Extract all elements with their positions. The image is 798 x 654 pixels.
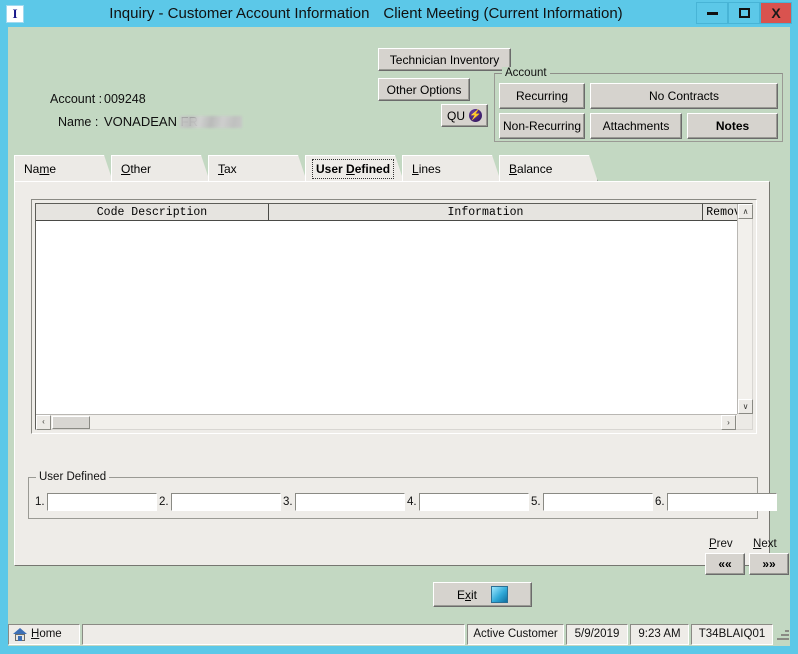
name-label: Name : [58,115,99,129]
scroll-left-icon[interactable]: ‹ [36,414,51,430]
status-message [82,623,465,645]
user-defined-input-6[interactable] [666,493,777,511]
window-title-main: Inquiry - Customer Account Information [109,5,370,22]
user-defined-input-1[interactable] [46,493,157,511]
tab-user-defined-label: User Defined [316,162,391,176]
technician-inventory-button[interactable]: Technician Inventory [378,48,511,71]
title-bar: I Inquiry - Customer Account Information… [0,0,798,27]
user-defined-legend: User Defined [36,471,110,483]
tab-user-defined[interactable]: User Defined [305,155,404,182]
user-defined-field-5: 5. [531,493,653,511]
user-defined-grid[interactable]: Code Description Information Remove ∧ ∨ … [35,203,753,430]
tab-lines[interactable]: Lines [402,155,501,182]
field-number-1: 1. [35,496,45,508]
tab-lines-label: Lines [412,162,441,176]
window-title: Inquiry - Customer Account Information Cl… [24,5,798,22]
home-label: Home [31,628,62,640]
next-label: Next [753,538,777,550]
prev-label: Prev [709,538,733,550]
user-defined-input-5[interactable] [542,493,653,511]
non-recurring-button[interactable]: Non-Recurring [499,113,585,139]
account-value: 009248 [104,92,146,106]
user-defined-tab-panel: Code Description Information Remove ∧ ∨ … [14,181,789,575]
status-date: 5/9/2019 [566,623,628,645]
prev-button[interactable]: «« [705,553,745,575]
grid-header-row: Code Description Information Remove [36,204,752,221]
field-number-2: 2. [159,496,169,508]
tab-other-label: Other [121,162,152,176]
minimize-icon[interactable] [696,2,728,24]
close-icon[interactable]: X [760,2,792,24]
status-time: 9:23 AM [630,623,689,645]
maximize-icon[interactable] [728,2,760,24]
grid-horizontal-scrollbar[interactable]: ‹ › [36,414,752,430]
no-contracts-button[interactable]: No Contracts [590,83,778,109]
user-defined-field-3: 3. [283,493,405,511]
status-terminal-id: T34BLAIQ01 [691,623,773,645]
attachments-button[interactable]: Attachments [590,113,682,139]
field-number-4: 4. [407,496,417,508]
qu-button[interactable]: QU ⚡ [441,104,488,127]
column-header-code-description[interactable]: Code Description [36,204,269,221]
app-icon: I [6,4,24,23]
next-button[interactable]: »» [749,553,789,575]
window-controls: X [696,2,792,24]
house-icon [13,627,27,641]
grid-vertical-scrollbar[interactable]: ∧ ∨ [737,204,753,414]
tab-other[interactable]: Other [111,155,210,182]
lightning-bolt-icon: ⚡ [469,109,482,122]
tab-tax[interactable]: Tax [208,155,307,182]
user-defined-field-4: 4. [407,493,529,511]
tab-balance-label: Balance [509,162,553,176]
user-defined-grid-container: Code Description Information Remove ∧ ∨ … [31,199,757,434]
scroll-right-icon[interactable]: › [721,415,736,430]
horizontal-scroll-thumb[interactable] [52,415,90,429]
exit-button[interactable]: Exit [433,582,532,607]
status-bar: Home Active Customer 5/9/2019 9:23 AM T3… [8,622,790,646]
qu-label: QU [447,108,465,123]
scroll-up-icon[interactable]: ∧ [738,204,753,219]
name-redaction-blur [180,116,242,128]
customer-status-badge: Active Customer [467,623,564,645]
user-defined-field-2: 2. [159,493,281,511]
scroll-down-icon[interactable]: ∨ [738,399,753,414]
tab-name[interactable]: Name [14,155,113,182]
application-window: I Inquiry - Customer Account Information… [0,0,798,654]
account-group-legend: Account [502,67,550,79]
recurring-button[interactable]: Recurring [499,83,585,109]
notes-button[interactable]: Notes [687,113,778,139]
field-number-5: 5. [531,496,541,508]
tab-name-label: Name [24,162,57,176]
account-label: Account : [50,92,103,106]
blue-square-icon [491,586,508,603]
column-header-information[interactable]: Information [269,204,703,221]
user-defined-field-1: 1. [35,493,157,511]
field-number-3: 3. [283,496,293,508]
tab-balance[interactable]: Balance [499,155,598,182]
other-options-button[interactable]: Other Options [378,78,470,101]
user-defined-input-4[interactable] [418,493,529,511]
user-defined-input-2[interactable] [170,493,281,511]
scrollbar-corner [737,414,752,429]
resize-grip[interactable] [776,627,790,641]
user-defined-field-6: 6. [655,493,777,511]
home-button[interactable]: Home [8,623,80,645]
tab-tax-label: Tax [218,162,237,176]
window-title-sub: Client Meeting (Current Information) [383,5,623,22]
exit-label: Exit [456,587,477,602]
field-number-6: 6. [655,496,665,508]
user-defined-input-3[interactable] [294,493,405,511]
